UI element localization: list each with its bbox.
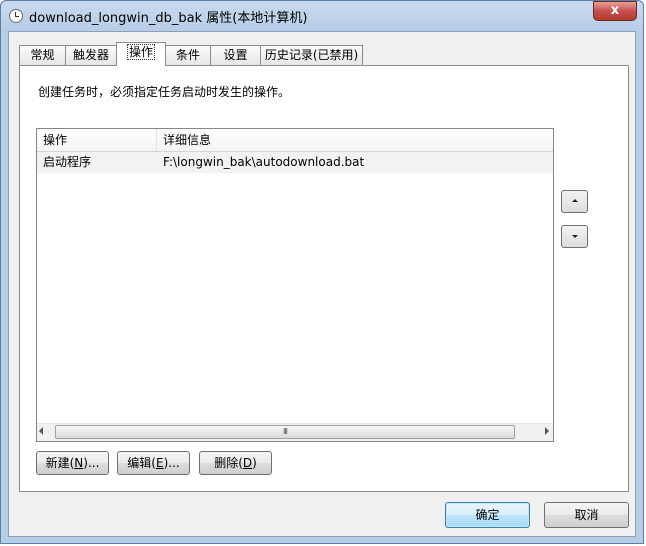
tab-general[interactable]: 常规 bbox=[19, 45, 66, 65]
edit-action-button[interactable]: 编辑(E)... bbox=[117, 451, 190, 475]
list-item[interactable]: 启动程序 F:\longwin_bak\autodownload.bat bbox=[37, 152, 553, 173]
actions-list[interactable]: 操作 详细信息 启动程序 F:\longwin_bak\autodownload… bbox=[36, 128, 554, 442]
title-bar[interactable]: download_longwin_db_bak 属性(本地计算机) x bbox=[1, 1, 643, 31]
tab-triggers[interactable]: 触发器 bbox=[65, 45, 117, 65]
move-down-button[interactable] bbox=[561, 225, 588, 248]
arrow-down-icon bbox=[572, 235, 578, 238]
close-button[interactable]: x bbox=[593, 1, 637, 21]
arrow-up-icon bbox=[572, 199, 578, 202]
tab-actions[interactable]: 操作 bbox=[116, 42, 166, 66]
move-up-button[interactable] bbox=[561, 190, 588, 213]
tab-history[interactable]: 历史记录(已禁用) bbox=[260, 45, 363, 65]
delete-action-button[interactable]: 删除(D) bbox=[199, 451, 272, 475]
scroll-left-icon[interactable] bbox=[39, 427, 43, 435]
list-header: 操作 详细信息 bbox=[37, 129, 553, 152]
column-header-details[interactable]: 详细信息 bbox=[157, 129, 553, 151]
clock-icon bbox=[9, 9, 23, 23]
window-title: download_longwin_db_bak 属性(本地计算机) bbox=[29, 11, 308, 26]
ok-button[interactable]: 确定 bbox=[445, 502, 530, 528]
scroll-right-icon[interactable] bbox=[545, 427, 549, 435]
properties-window: download_longwin_db_bak 属性(本地计算机) x 常规 触… bbox=[0, 0, 644, 544]
dialog-client-area: 常规 触发器 操作 条件 设置 历史记录(已禁用) 创建任务时，必须指定任务启动… bbox=[8, 31, 636, 537]
cancel-button[interactable]: 取消 bbox=[544, 502, 629, 528]
tab-settings[interactable]: 设置 bbox=[210, 45, 261, 65]
panel-description: 创建任务时，必须指定任务启动时发生的操作。 bbox=[38, 85, 291, 99]
new-action-button[interactable]: 新建(N)... bbox=[36, 451, 109, 475]
column-header-action[interactable]: 操作 bbox=[37, 129, 157, 151]
horizontal-scrollbar[interactable]: III bbox=[37, 423, 553, 441]
actions-panel: 创建任务时，必须指定任务启动时发生的操作。 操作 详细信息 启动程序 F:\lo… bbox=[19, 65, 629, 492]
scroll-thumb[interactable]: III bbox=[55, 425, 515, 439]
tab-conditions[interactable]: 条件 bbox=[165, 45, 211, 65]
action-type-cell: 启动程序 bbox=[43, 155, 92, 169]
action-details-cell: F:\longwin_bak\autodownload.bat bbox=[163, 155, 365, 169]
